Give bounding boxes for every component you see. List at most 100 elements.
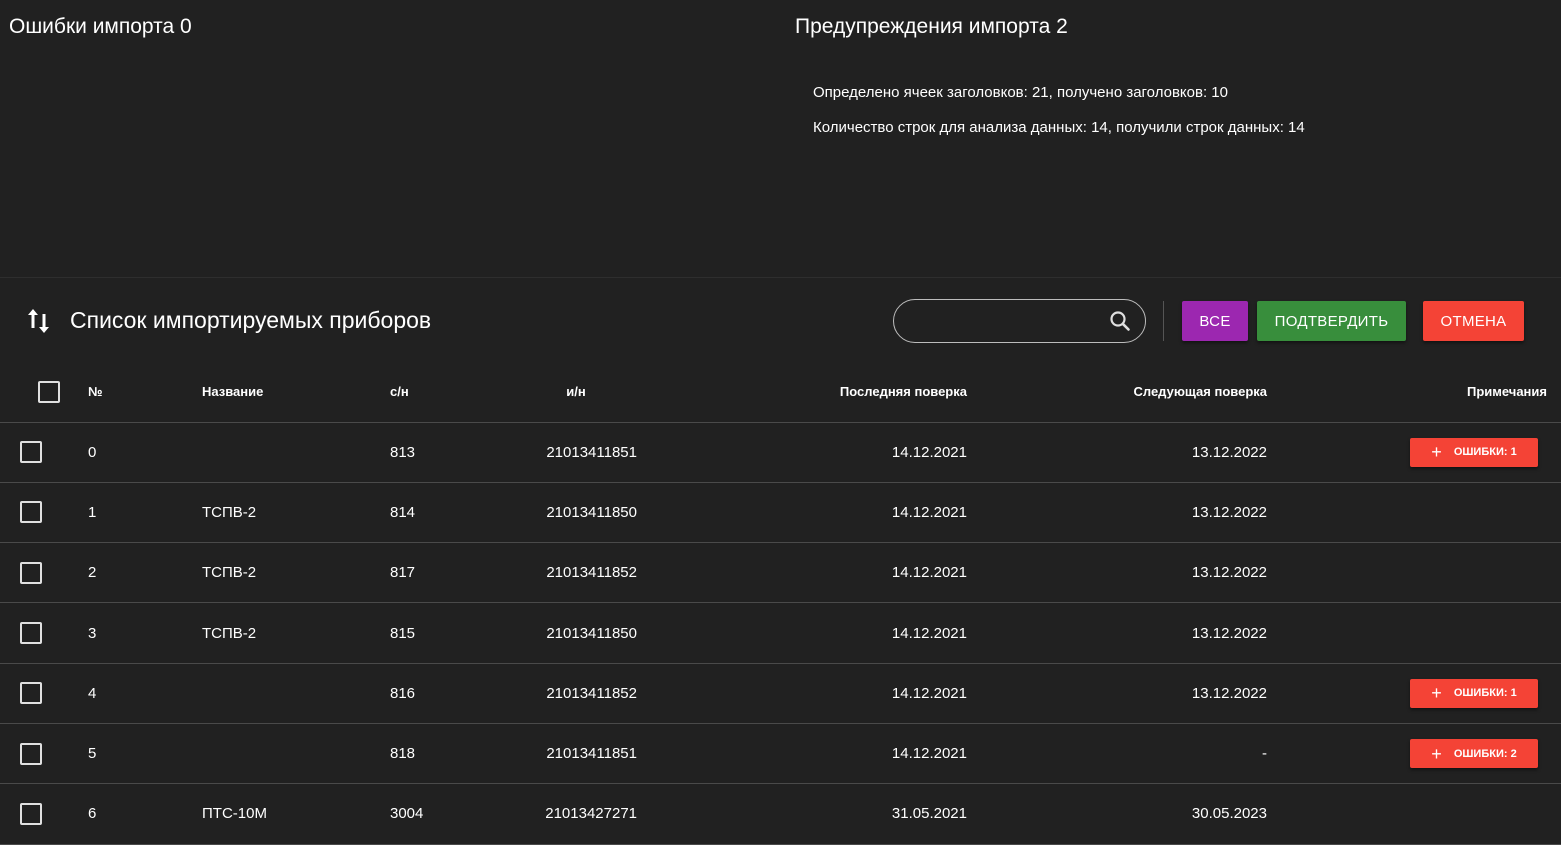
cell-last-check: 14.12.2021	[891, 503, 967, 521]
row-checkbox[interactable]	[20, 742, 42, 765]
cell-sn: 814	[390, 503, 416, 521]
table-row[interactable]: 4 816 21013411852 14.12.2021 13.12.2022 …	[0, 663, 1561, 724]
header-last-check[interactable]: Последняя поверка	[637, 362, 967, 422]
cell-name	[202, 663, 390, 723]
search-icon[interactable]	[1109, 310, 1131, 332]
cell-sn: 813	[390, 443, 416, 461]
header-in[interactable]: и/н	[490, 362, 637, 422]
header-notes[interactable]: Примечания	[1267, 362, 1561, 422]
row-checkbox[interactable]	[20, 501, 42, 524]
cell-num: 2	[88, 564, 97, 582]
table-row[interactable]: 3 ТСПВ-2 815 21013411850 14.12.2021 13.1…	[0, 603, 1561, 664]
cell-last-check: 14.12.2021	[891, 624, 967, 642]
cell-next-check: 30.05.2023	[1191, 805, 1267, 823]
cell-in: 21013411850	[546, 503, 637, 521]
cell-in: 21013411851	[546, 745, 637, 763]
warnings-panel: Предупреждения импорта 2 Определено ячее…	[778, 0, 1561, 277]
plus-icon: +	[1431, 743, 1442, 764]
row-checkbox-cell	[0, 663, 77, 723]
errors-label: ОШИБКИ: 1	[1453, 687, 1517, 700]
errors-button[interactable]: + ОШИБКИ: 2	[1410, 739, 1538, 769]
cell-next-check: 13.12.2022	[1191, 564, 1267, 582]
toolbar-separator	[1163, 301, 1164, 341]
table-row[interactable]: 2 ТСПВ-2 817 21013411852 14.12.2021 13.1…	[0, 543, 1561, 603]
cell-num: 0	[88, 443, 97, 461]
cell-num: 5	[88, 745, 97, 763]
warning-item: Количество строк для анализа данных: 14,…	[813, 119, 1305, 136]
header-next-check[interactable]: Следующая поверка	[967, 362, 1267, 422]
cell-sn: 816	[390, 684, 416, 702]
row-checkbox-cell	[0, 422, 77, 482]
row-checkbox[interactable]	[20, 682, 42, 705]
cell-next-check: 13.12.2022	[1191, 443, 1267, 461]
cell-num: 4	[88, 684, 97, 702]
cell-notes	[1267, 482, 1561, 542]
cell-in: 21013427271	[545, 805, 637, 823]
errors-button[interactable]: + ОШИБКИ: 1	[1410, 437, 1538, 467]
errors-button[interactable]: + ОШИБКИ: 1	[1410, 678, 1538, 708]
section-divider	[0, 277, 1561, 278]
table-row[interactable]: 6 ПТС-10М 3004 21013427271 31.05.2021 30…	[0, 784, 1561, 845]
import-summary: Ошибки импорта 0 Предупреждения импорта …	[0, 0, 1561, 277]
cell-name: ТСПВ-2	[202, 503, 257, 521]
cell-sn: 818	[390, 745, 416, 763]
cancel-button[interactable]: ОТМЕНА	[1423, 301, 1524, 341]
errors-label: ОШИБКИ: 2	[1453, 747, 1517, 760]
list-title: Список импортируемых приборов	[70, 307, 432, 333]
devices-toolbar: Список импортируемых приборов ВСЕ ПОДТВЕ…	[0, 290, 1561, 352]
cell-num: 6	[88, 805, 97, 823]
header-checkbox-cell	[0, 362, 77, 422]
cell-notes	[1267, 784, 1561, 844]
cell-name: ПТС-10М	[202, 805, 267, 823]
row-checkbox[interactable]	[20, 622, 42, 645]
cell-notes	[1267, 603, 1561, 663]
cell-in: 21013411852	[546, 684, 637, 702]
header-sn[interactable]: с/н	[390, 362, 490, 422]
warnings-list: Определено ячеек заголовков: 21, получен…	[813, 84, 1305, 154]
cell-sn: 3004	[390, 805, 424, 823]
row-checkbox[interactable]	[20, 441, 42, 464]
all-button[interactable]: ВСЕ	[1182, 301, 1248, 341]
cell-sn: 815	[390, 624, 416, 642]
row-checkbox[interactable]	[20, 802, 42, 825]
errors-title: Ошибки импорта 0	[9, 15, 192, 38]
cell-next-check: 13.12.2022	[1191, 684, 1267, 702]
cell-in: 21013411850	[546, 624, 637, 642]
errors-panel: Ошибки импорта 0	[0, 0, 778, 277]
search-input[interactable]	[910, 308, 1100, 334]
search-box[interactable]	[893, 299, 1146, 343]
cell-last-check: 14.12.2021	[891, 564, 967, 582]
table-row[interactable]: 1 ТСПВ-2 814 21013411850 14.12.2021 13.1…	[0, 482, 1561, 543]
cell-notes: + ОШИБКИ: 1	[1267, 422, 1561, 482]
cell-last-check: 31.05.2021	[891, 805, 967, 823]
cell-name	[202, 723, 390, 783]
plus-icon: +	[1431, 683, 1442, 704]
cell-notes: + ОШИБКИ: 1	[1267, 663, 1561, 723]
errors-label: ОШИБКИ: 1	[1453, 446, 1517, 459]
warning-item: Определено ячеек заголовков: 21, получен…	[813, 84, 1228, 101]
cell-next-check: 13.12.2022	[1191, 503, 1267, 521]
confirm-button[interactable]: ПОДТВЕРДИТЬ	[1257, 301, 1406, 341]
cell-last-check: 14.12.2021	[891, 745, 967, 763]
row-checkbox-cell	[0, 784, 77, 844]
table-header-row: № Название с/н и/н Последняя поверка Сле…	[0, 362, 1561, 422]
cell-in: 21013411852	[546, 564, 637, 582]
row-checkbox[interactable]	[20, 561, 42, 584]
cell-last-check: 14.12.2021	[891, 443, 967, 461]
table-row[interactable]: 5 818 21013411851 14.12.2021 - + ОШИБКИ: …	[0, 723, 1561, 784]
cell-num: 1	[88, 503, 97, 521]
cell-next-check: 13.12.2022	[1191, 624, 1267, 642]
select-all-checkbox[interactable]	[37, 380, 60, 403]
header-name[interactable]: Название	[202, 362, 390, 422]
sort-arrows-icon[interactable]	[26, 306, 52, 336]
devices-table: № Название с/н и/н Последняя поверка Сле…	[0, 362, 1561, 845]
cell-notes: + ОШИБКИ: 2	[1267, 723, 1561, 783]
row-checkbox-cell	[0, 603, 77, 663]
table-row[interactable]: 0 813 21013411851 14.12.2021 13.12.2022 …	[0, 422, 1561, 483]
plus-icon: +	[1431, 442, 1442, 463]
row-checkbox-cell	[0, 543, 77, 603]
row-checkbox-cell	[0, 723, 77, 783]
cell-name: ТСПВ-2	[202, 564, 257, 582]
header-num[interactable]: №	[77, 362, 202, 422]
cell-in: 21013411851	[546, 443, 637, 461]
